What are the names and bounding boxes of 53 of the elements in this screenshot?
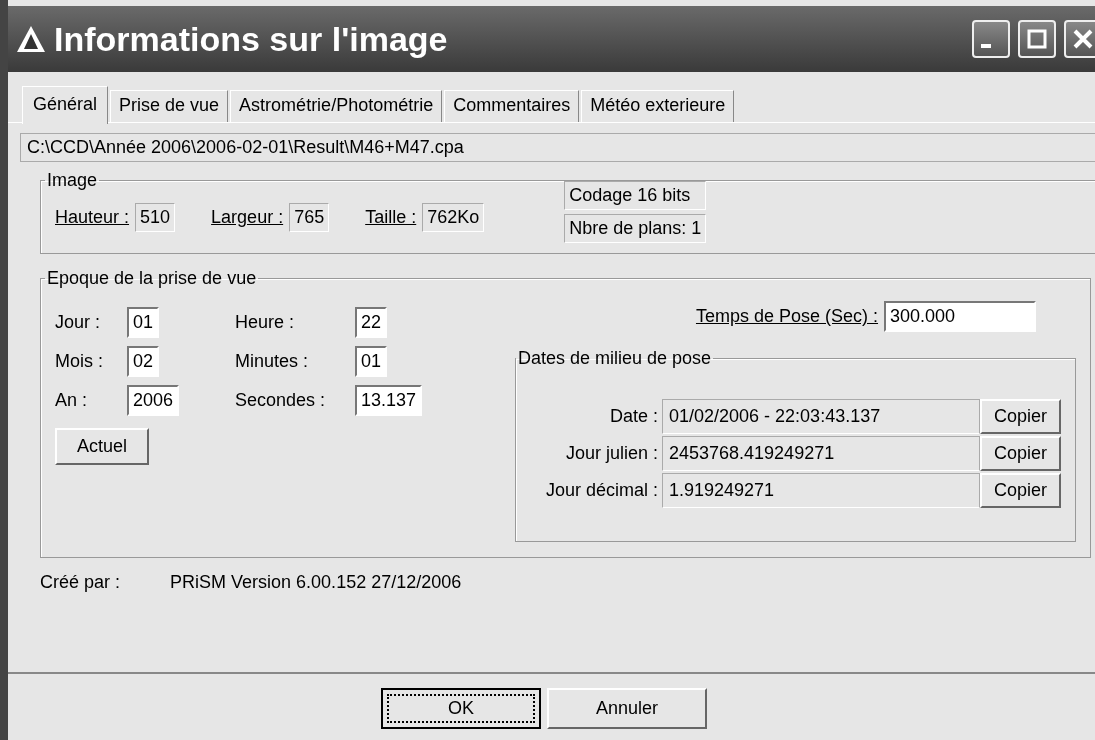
copy-button[interactable]: Copier <box>980 436 1062 471</box>
group-title: Epoque de la prise de vue <box>46 268 258 289</box>
version-text: PRiSM Version 6.00.152 27/12/2006 <box>170 572 462 593</box>
field-label: An : <box>55 390 89 411</box>
value-field: 01/02/2006 - 22:03:43.137 <box>662 399 980 434</box>
input-field[interactable]: 01 <box>355 346 388 377</box>
file-path-field: C:\CCD\Année 2006\2006-02-01\Result\M46+M47.cpa <box>20 133 1095 162</box>
field-label: Taille : <box>365 207 417 228</box>
field-label: Jour julien : <box>564 443 659 464</box>
tab[interactable]: Météo exterieure <box>581 90 735 122</box>
close-button[interactable] <box>1064 20 1095 58</box>
input-field[interactable]: 300.000 <box>884 301 1037 332</box>
dialog-button[interactable]: Annuler <box>547 688 707 729</box>
field-label: Date : <box>608 406 659 427</box>
tab[interactable]: Prise de vue <box>110 90 229 122</box>
tab[interactable]: Astrométrie/Photométrie <box>230 90 443 122</box>
input-field[interactable]: 01 <box>127 307 160 338</box>
maximize-button[interactable] <box>1018 20 1056 58</box>
field-label: Minutes : <box>235 351 310 372</box>
actuel-button[interactable]: Actuel <box>55 428 150 465</box>
value-field: 765 <box>289 203 330 232</box>
value-field: 762Ko <box>422 203 485 232</box>
dialog-button[interactable]: OK <box>381 688 541 729</box>
value-field: 510 <box>135 203 176 232</box>
field-label: Jour : <box>55 312 102 333</box>
tab[interactable]: Général <box>22 86 109 124</box>
window-title: Informations sur l'image <box>54 19 449 59</box>
value-field: 2453768.419249271 <box>662 436 980 471</box>
tab[interactable]: Commentaires <box>444 90 580 122</box>
input-field[interactable]: 2006 <box>127 385 180 416</box>
info-field: Nbre de plans: 1 <box>564 214 707 243</box>
field-label: Largeur : <box>211 207 284 228</box>
group-title: Dates de milieu de pose <box>517 348 713 369</box>
field-label: Hauteur : <box>55 207 130 228</box>
value-field: 1.919249271 <box>662 473 980 508</box>
input-field[interactable]: 02 <box>127 346 160 377</box>
close-icon <box>1071 27 1095 51</box>
field-label: Secondes : <box>235 390 327 411</box>
input-field[interactable]: 13.137 <box>355 385 423 416</box>
info-field: Codage 16 bits <box>564 181 707 210</box>
group-title: Image <box>46 170 99 191</box>
copy-button[interactable]: Copier <box>980 399 1062 434</box>
copy-button[interactable]: Copier <box>980 473 1062 508</box>
minimize-icon <box>981 44 991 48</box>
maximize-icon <box>1025 27 1049 51</box>
field-label: Heure : <box>235 312 296 333</box>
field-label: Temps de Pose (Sec) : <box>695 306 879 327</box>
input-field[interactable]: 22 <box>355 307 388 338</box>
app-logo-icon <box>16 24 46 54</box>
field-label: Jour décimal : <box>544 480 659 501</box>
field-label: Créé par : <box>40 572 121 593</box>
field-label: Mois : <box>55 351 104 372</box>
minimize-button[interactable] <box>972 20 1010 58</box>
